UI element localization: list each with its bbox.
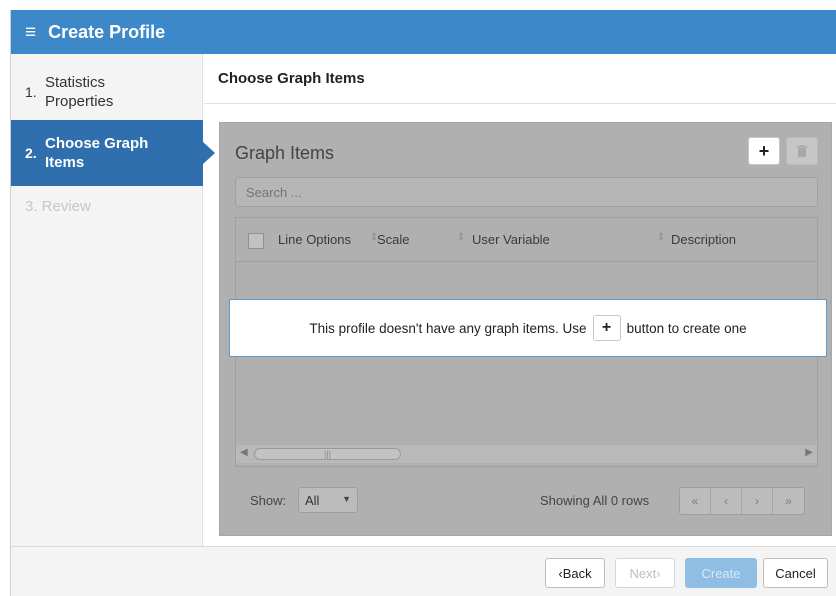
cancel-button[interactable]: Cancel: [763, 558, 828, 588]
scroll-right-arrow-icon[interactable]: ▶: [805, 447, 813, 458]
step-review: 3. Review: [11, 191, 203, 221]
trash-icon: [797, 145, 807, 157]
column-header-description[interactable]: Description: [671, 232, 736, 247]
scrollbar-thumb[interactable]: |||: [254, 448, 401, 460]
table-header: Line Options ⇕ Scale ⇕ User Variable ⇕ D…: [236, 218, 817, 262]
back-button[interactable]: ‹Back: [545, 558, 605, 588]
page-size-value: All: [305, 493, 320, 508]
sort-icon[interactable]: ⇕: [457, 232, 465, 243]
column-header-scale[interactable]: Scale: [377, 232, 410, 247]
empty-text-before: This profile doesn't have any graph item…: [309, 320, 587, 336]
first-page-button[interactable]: «: [680, 488, 711, 514]
horizontal-scrollbar[interactable]: ◀ ||| ▶: [236, 445, 817, 463]
scroll-left-arrow-icon[interactable]: ◀: [240, 447, 248, 458]
wizard-steps: 1. Statistics Properties 2. Choose Graph…: [11, 54, 215, 546]
last-page-button[interactable]: »: [773, 488, 804, 514]
scrollbar-grip: |||: [323, 449, 331, 459]
add-graph-item-button[interactable]: +: [748, 137, 780, 165]
page-title: Choose Graph Items: [204, 54, 836, 104]
table-footer: Show: All ▼ Showing All 0 rows « ‹ › »: [235, 479, 818, 523]
caret-down-icon: ▼: [342, 494, 351, 504]
column-header-line-options[interactable]: Line Options: [278, 232, 351, 247]
step-label: 3. Review: [25, 197, 91, 215]
search-input[interactable]: [235, 177, 818, 207]
create-button[interactable]: Create: [685, 558, 757, 588]
delete-graph-item-button[interactable]: [786, 137, 818, 165]
column-header-user-variable[interactable]: User Variable: [472, 232, 550, 247]
wizard-footer: ‹Back Next› Create Cancel: [11, 546, 836, 596]
empty-text-after: button to create one: [626, 320, 747, 336]
step-label: Statistics Properties: [45, 74, 114, 110]
step-number: 1.: [25, 84, 37, 100]
title-bar: ≡ Create Profile: [11, 10, 836, 54]
plus-icon: +: [758, 140, 770, 161]
next-page-button[interactable]: ›: [742, 488, 773, 514]
panel-title: Graph Items: [235, 143, 335, 163]
pagination: « ‹ › »: [679, 487, 805, 515]
step-choose-graph-items[interactable]: 2. Choose Graph Items: [11, 120, 215, 186]
next-button[interactable]: Next›: [615, 558, 675, 588]
rows-info: Showing All 0 rows: [540, 493, 650, 508]
step-statistics-properties[interactable]: 1. Statistics Properties: [11, 64, 203, 120]
step-label: Choose Graph Items: [45, 135, 149, 171]
empty-state-message: This profile doesn't have any graph item…: [229, 299, 827, 357]
create-profile-wizard: ≡ Create Profile 1. Statistics Propertie…: [10, 10, 836, 596]
wizard-title: Create Profile: [48, 21, 166, 42]
page-size-select[interactable]: All ▼: [298, 487, 358, 513]
step-number: 2.: [25, 145, 37, 161]
hamburger-icon[interactable]: ≡: [25, 23, 36, 42]
sort-icon[interactable]: ⇕: [657, 232, 665, 243]
prev-page-button[interactable]: ‹: [711, 488, 742, 514]
show-label: Show:: [250, 493, 287, 508]
inline-add-button[interactable]: +: [592, 315, 621, 341]
select-all-checkbox[interactable]: [248, 233, 264, 249]
